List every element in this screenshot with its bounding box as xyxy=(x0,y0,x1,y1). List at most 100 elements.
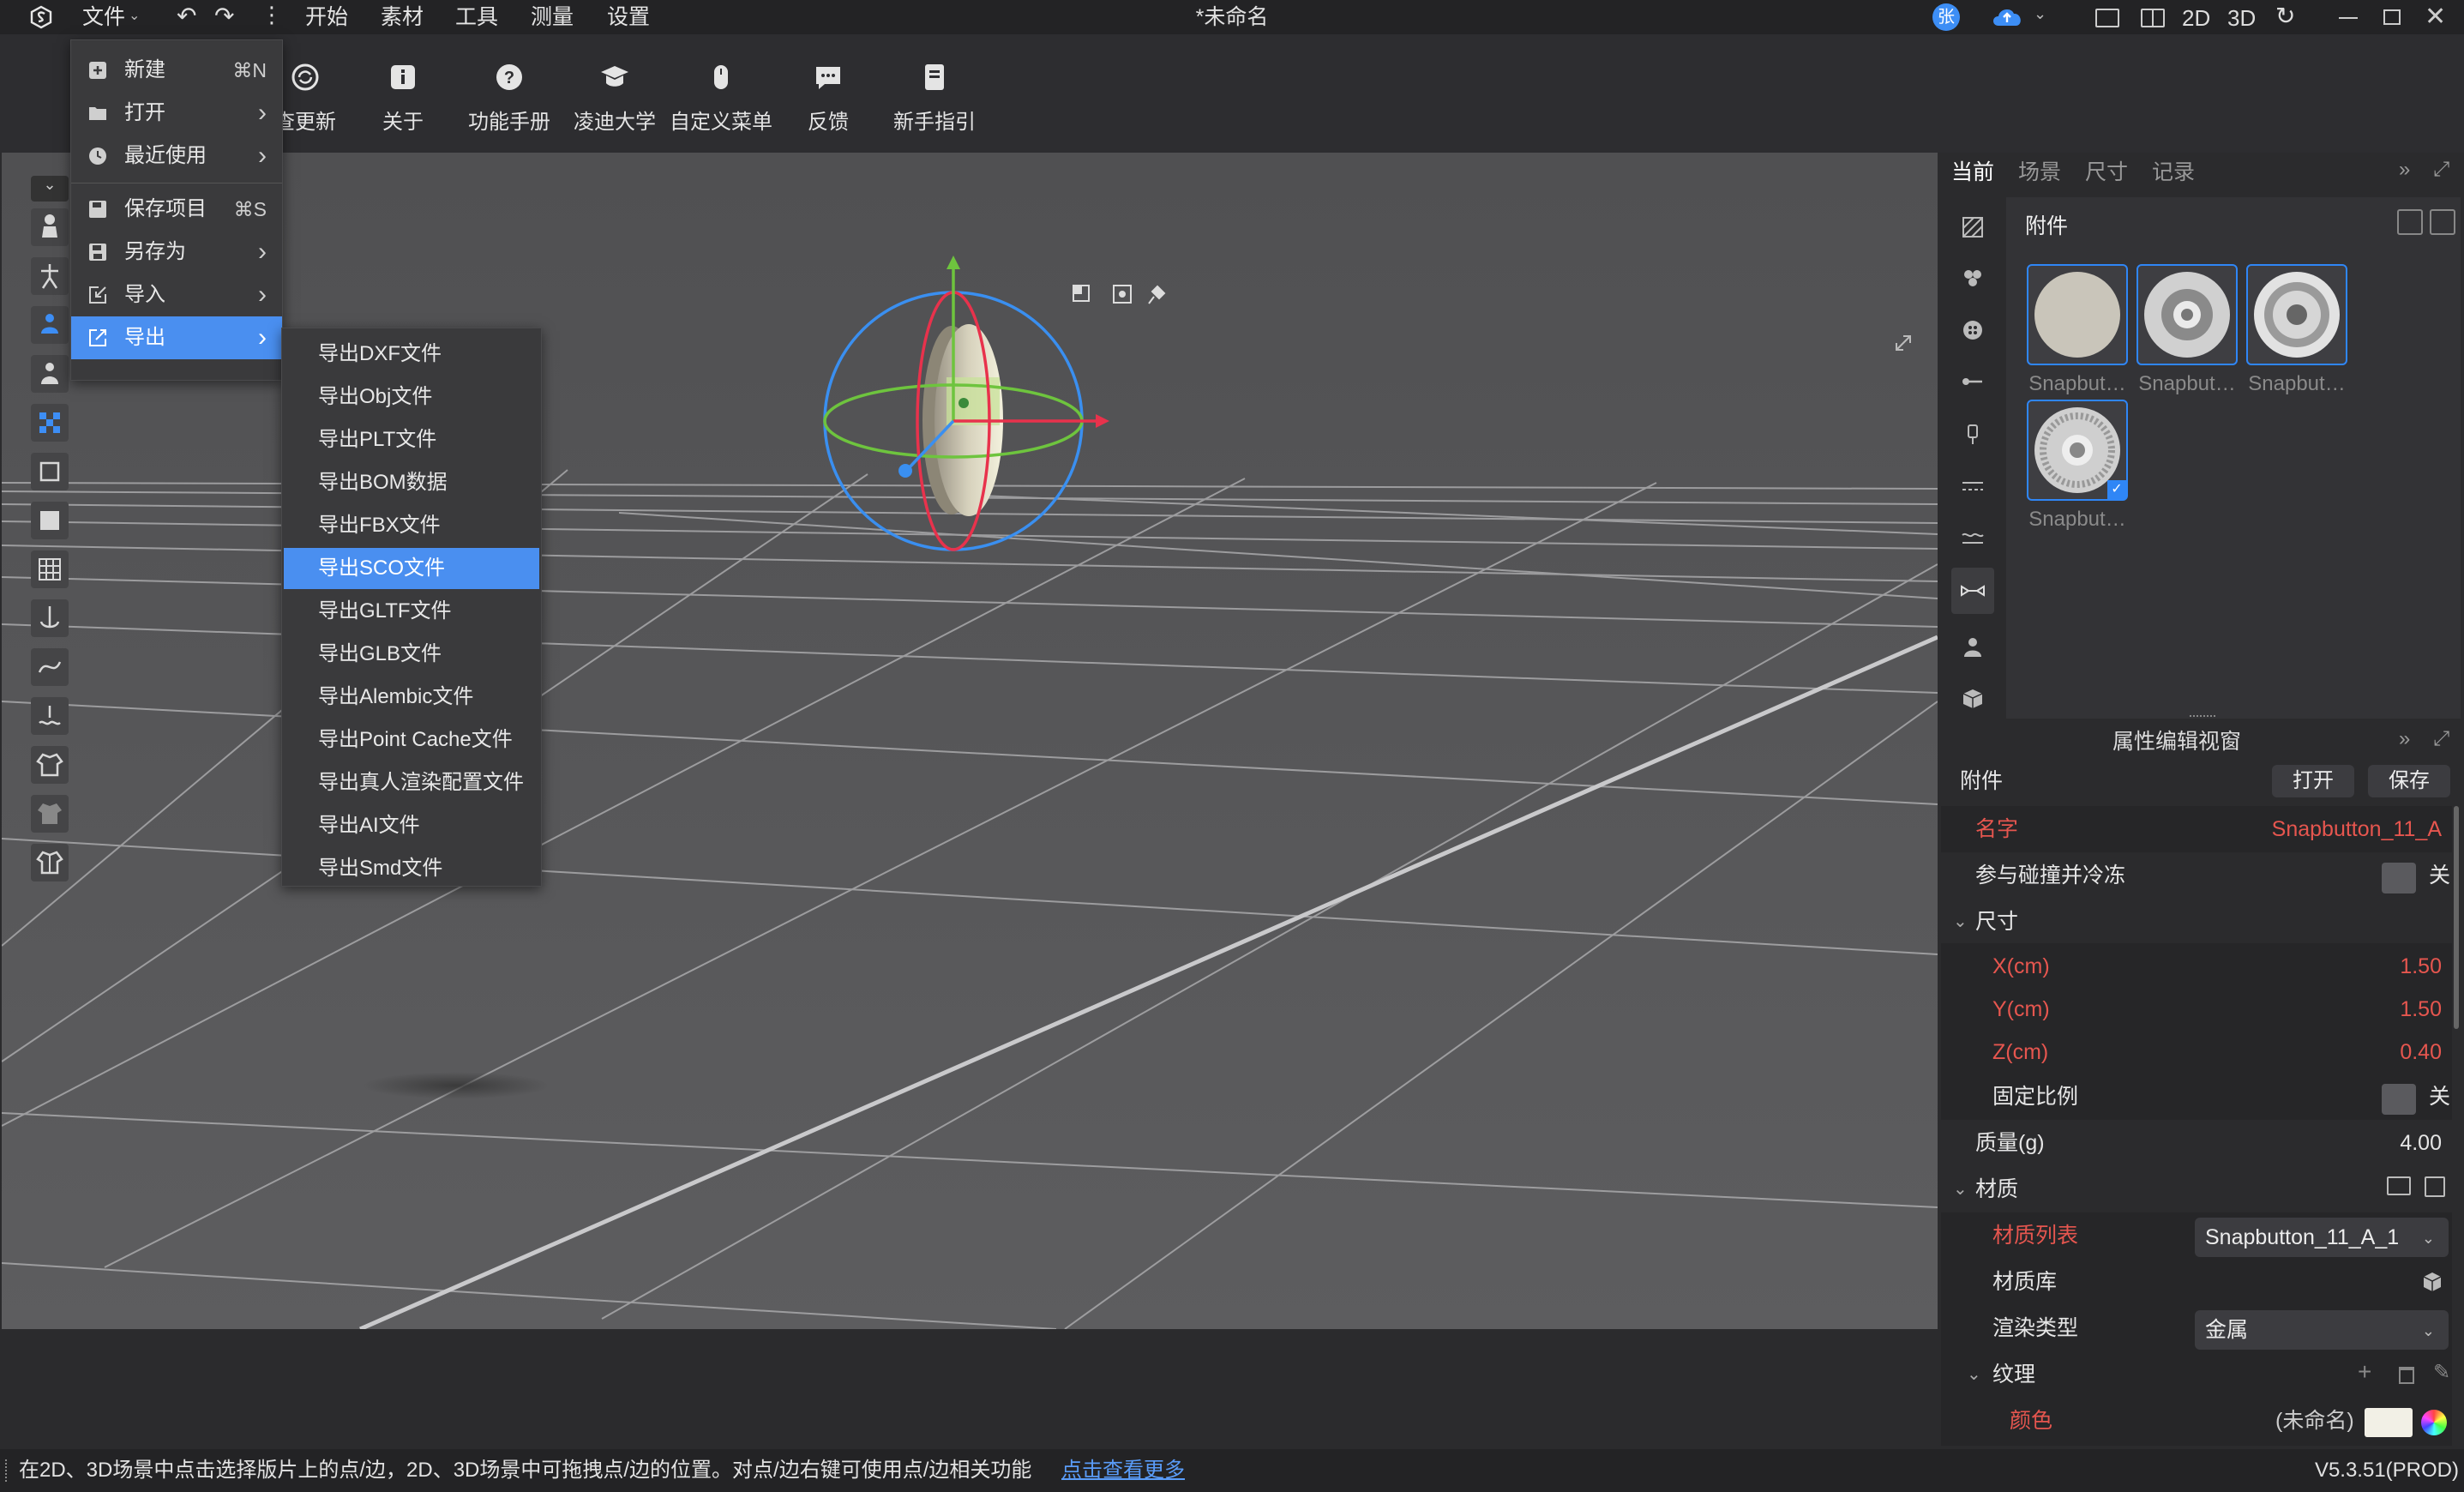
manual-button[interactable]: ? 功能手册 xyxy=(458,60,561,154)
menu-item-save-as[interactable]: 另存为 › xyxy=(71,231,282,274)
wave-tool-icon[interactable] xyxy=(31,697,69,735)
avatar-category-icon[interactable] xyxy=(1960,635,1986,660)
expand-icon[interactable]: ⤢ xyxy=(2433,158,2449,182)
x-size-value[interactable]: 1.50 xyxy=(2400,943,2442,990)
trim-category-icon[interactable] xyxy=(1960,266,1986,292)
avatar-tool-icon[interactable] xyxy=(31,208,69,246)
wave-stitch-category-icon[interactable] xyxy=(1960,525,1986,550)
close-icon[interactable]: ✕ xyxy=(2425,0,2446,34)
menu-item-import[interactable]: 导入 › xyxy=(71,274,282,316)
box-category-icon[interactable] xyxy=(1960,686,1986,712)
zipper-category-icon[interactable] xyxy=(1960,422,1986,448)
menu-item-open[interactable]: 打开 › xyxy=(71,92,282,135)
layout-panel-icon[interactable] xyxy=(2095,9,2119,27)
avatar[interactable]: 张 xyxy=(1932,3,1960,31)
anchor-tool-icon[interactable] xyxy=(31,599,69,637)
export-obj-item[interactable]: 导出Obj文件 xyxy=(284,376,539,418)
button-category-icon[interactable] xyxy=(1960,317,1986,343)
restore-icon[interactable] xyxy=(2383,9,2401,25)
pattern-tool-icon[interactable] xyxy=(31,453,69,490)
grid-tool-icon[interactable] xyxy=(31,550,69,588)
stitch-category-icon[interactable] xyxy=(1960,473,1986,499)
undo-icon[interactable]: ↶ xyxy=(177,2,196,30)
shirt-fill-tool-icon[interactable] xyxy=(31,844,69,881)
checker-tool-icon[interactable] xyxy=(31,404,69,442)
attachment-thumbnail-selected[interactable]: ✓ xyxy=(2027,400,2128,501)
export-dxf-item[interactable]: 导出DXF文件 xyxy=(284,334,539,375)
color-picker-icon[interactable] xyxy=(2421,1410,2447,1435)
menu-item-recent[interactable]: 最近使用 › xyxy=(71,135,282,177)
tab-size[interactable]: 尺寸 xyxy=(2085,153,2128,192)
menu-item-save-project[interactable]: 保存项目 ⌘S xyxy=(71,188,282,231)
app-logo-icon[interactable] xyxy=(29,5,53,29)
color-swatch[interactable] xyxy=(2365,1408,2413,1437)
attachment-category-icon[interactable] xyxy=(1951,568,1994,614)
fixed-ratio-toggle[interactable] xyxy=(2382,1084,2416,1115)
guide-button[interactable]: 新手指引 xyxy=(883,60,986,154)
delete-icon[interactable] xyxy=(2399,1367,2414,1384)
menu-tools[interactable]: 工具 xyxy=(455,0,498,34)
scrollbar[interactable] xyxy=(2454,806,2459,1029)
menu-measure[interactable]: 测量 xyxy=(531,0,574,34)
shirt-outline-tool-icon[interactable] xyxy=(31,795,69,833)
collapse-chevron-icon[interactable]: ⌄ xyxy=(31,176,69,202)
cloud-upload-icon[interactable] xyxy=(1989,3,2027,31)
export-render-config-item[interactable]: 导出真人渲染配置文件 xyxy=(284,762,539,803)
save-button[interactable]: 保存 xyxy=(2368,765,2450,797)
material-section-row[interactable]: ⌄ 材质 xyxy=(1941,1166,2452,1212)
menu-material[interactable]: 素材 xyxy=(381,0,424,34)
learn-more-link[interactable]: 点击查看更多 xyxy=(1061,1449,1185,1492)
minimize-icon[interactable] xyxy=(2339,17,2358,19)
export-smd-item[interactable]: 导出Smd文件 xyxy=(284,848,539,889)
export-plt-item[interactable]: 导出PLT文件 xyxy=(284,419,539,460)
menu-start[interactable]: 开始 xyxy=(305,0,348,34)
export-sco-item[interactable]: 导出SCO文件 xyxy=(284,548,539,589)
mass-value[interactable]: 4.00 xyxy=(2400,1120,2442,1166)
people-tool-icon[interactable] xyxy=(31,355,69,393)
texture-section-row[interactable]: ⌄ 纹理 + ✎ xyxy=(1941,1351,2452,1398)
drag-handle[interactable] xyxy=(2190,715,2215,720)
size-section-row[interactable]: ⌄ 尺寸 xyxy=(1941,899,2452,945)
menu-file[interactable]: 文件 xyxy=(82,0,125,34)
cube-icon[interactable] xyxy=(2421,1271,2443,1293)
about-button[interactable]: 关于 xyxy=(352,60,454,154)
attachment-thumbnail[interactable] xyxy=(2027,264,2128,365)
view-3d-button[interactable]: 3D xyxy=(2227,0,2256,36)
z-size-value[interactable]: 0.40 xyxy=(2400,1029,2442,1075)
name-value[interactable]: Snapbutton_11_A xyxy=(2272,806,2442,852)
skeleton-tool-icon[interactable] xyxy=(31,257,69,295)
y-size-value[interactable]: 1.50 xyxy=(2400,986,2442,1032)
fabric-tool-icon[interactable] xyxy=(31,502,69,539)
menu-item-export[interactable]: 导出 › xyxy=(71,316,282,359)
refresh-icon[interactable]: ↻ xyxy=(2275,2,2295,30)
save-icon[interactable] xyxy=(2425,1176,2445,1197)
export-fbx-item[interactable]: 导出FBX文件 xyxy=(284,505,539,546)
curve-tool-icon[interactable] xyxy=(31,648,69,686)
redo-icon[interactable]: ↷ xyxy=(214,2,234,30)
list-view-icon[interactable] xyxy=(2430,209,2455,235)
chevron-down-icon[interactable]: ⌄ xyxy=(2034,5,2046,23)
tab-scene[interactable]: 场景 xyxy=(2018,153,2061,192)
body-tool-icon[interactable] xyxy=(31,306,69,344)
shirt-tool-icon[interactable] xyxy=(31,746,69,784)
tab-record[interactable]: 记录 xyxy=(2152,153,2195,192)
collision-toggle[interactable] xyxy=(2382,863,2416,893)
collapse-panel-icon[interactable]: » xyxy=(2399,727,2410,751)
more-vert-icon[interactable]: ⋮ xyxy=(261,2,283,28)
export-point-cache-item[interactable]: 导出Point Cache文件 xyxy=(284,719,539,761)
menu-settings[interactable]: 设置 xyxy=(607,0,650,34)
pin-category-icon[interactable] xyxy=(1960,369,1986,394)
export-gltf-item[interactable]: 导出GLTF文件 xyxy=(284,591,539,632)
collapse-panel-icon[interactable]: » xyxy=(2399,158,2410,182)
expand-icon[interactable]: ⤢ xyxy=(2433,727,2449,751)
export-glb-item[interactable]: 导出GLB文件 xyxy=(284,634,539,675)
render-type-select[interactable]: 金属 ⌄ xyxy=(2195,1310,2449,1350)
tab-current[interactable]: 当前 xyxy=(1951,153,1994,192)
attachment-thumbnail[interactable] xyxy=(2246,264,2347,365)
export-ai-item[interactable]: 导出AI文件 xyxy=(284,805,539,846)
export-bom-item[interactable]: 导出BOM数据 xyxy=(284,462,539,503)
add-icon[interactable]: + xyxy=(2358,1358,2371,1386)
grid-view-icon[interactable] xyxy=(2397,209,2423,235)
menu-item-new[interactable]: 新建 ⌘N xyxy=(71,49,282,92)
folder-icon[interactable] xyxy=(2387,1176,2411,1195)
